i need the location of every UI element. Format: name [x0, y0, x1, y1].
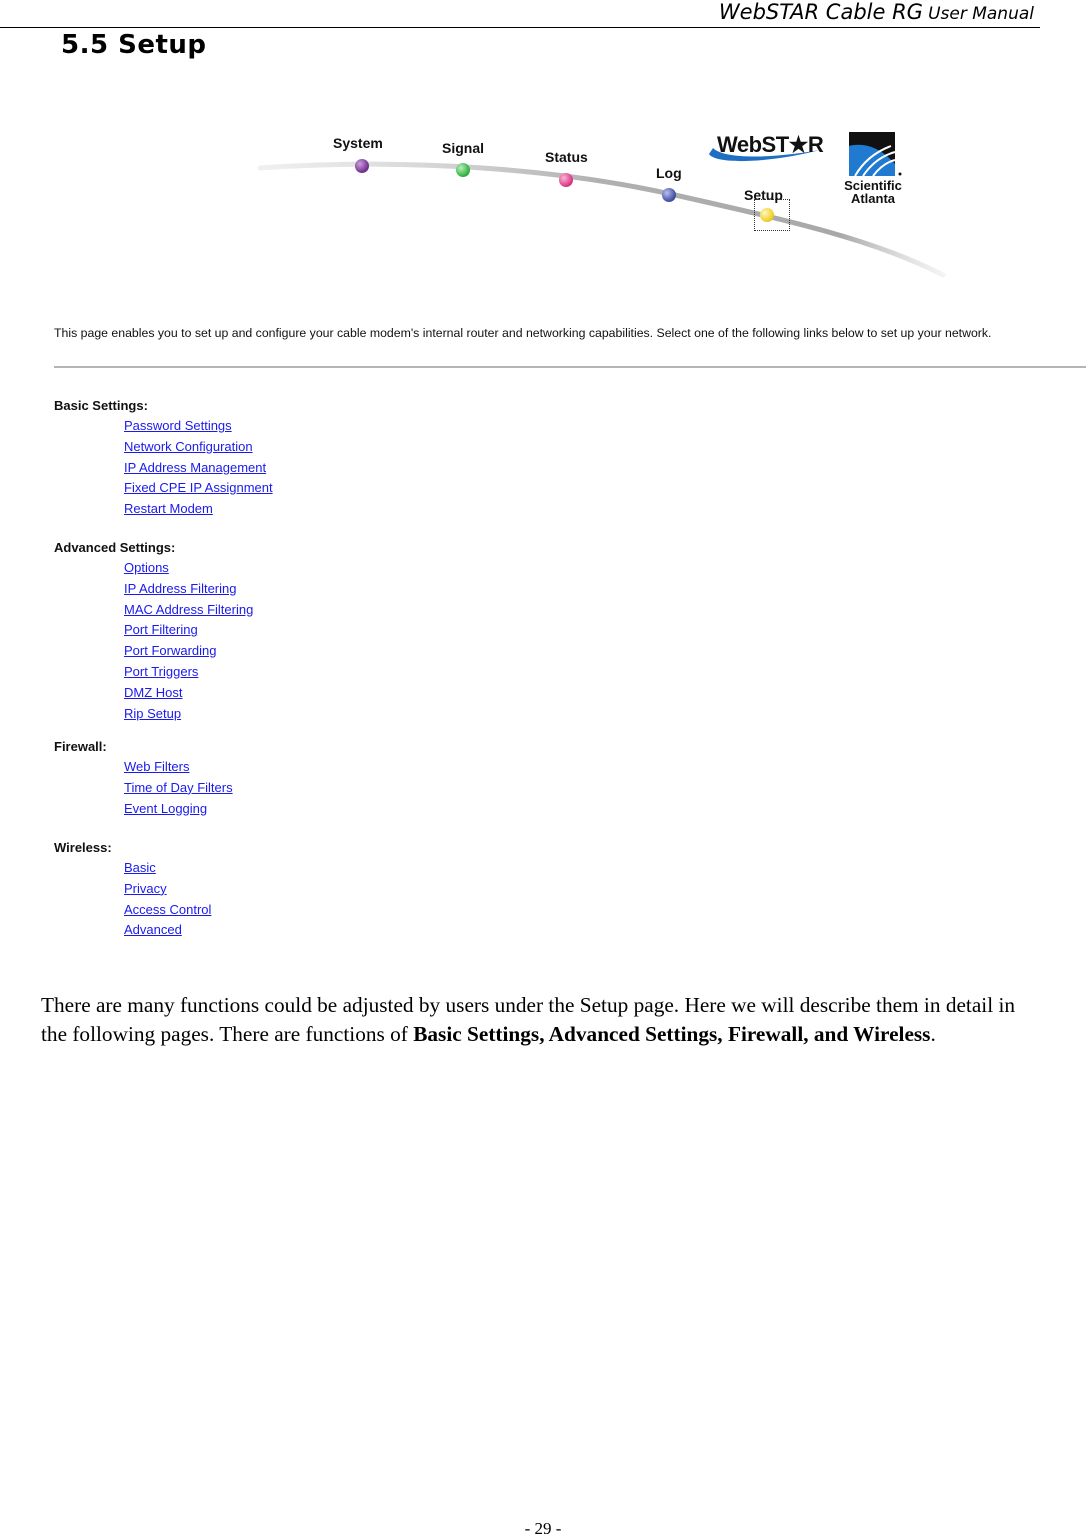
- nav-dot-status[interactable]: [559, 173, 573, 187]
- link-wireless-access-control[interactable]: Access Control: [124, 902, 211, 917]
- basic-settings-section: Basic Settings: Password Settings Networ…: [54, 396, 273, 520]
- nav-dot-system[interactable]: [355, 159, 369, 173]
- nav-label-system[interactable]: System: [333, 135, 383, 151]
- link-options[interactable]: Options: [124, 560, 169, 575]
- nav-dot-setup[interactable]: [760, 208, 774, 222]
- section-title: Basic Settings:: [54, 398, 148, 413]
- link-dmz-host[interactable]: DMZ Host: [124, 685, 183, 700]
- nav-label-log[interactable]: Log: [656, 165, 682, 181]
- wireless-section: Wireless: Basic Privacy Access Control A…: [54, 838, 211, 941]
- link-wireless-privacy[interactable]: Privacy: [124, 881, 167, 896]
- nav-dot-log[interactable]: [662, 188, 676, 202]
- scientific-atlanta-logo: Scientific Atlanta: [837, 132, 909, 212]
- body-text-bold: Basic Settings, Advanced Settings, Firew…: [413, 1022, 931, 1046]
- divider: [54, 366, 1086, 368]
- link-rip-setup[interactable]: Rip Setup: [124, 706, 181, 721]
- webstar-logo: WebST★R: [705, 130, 825, 164]
- body-text-end: .: [930, 1022, 936, 1046]
- link-web-filters[interactable]: Web Filters: [124, 759, 190, 774]
- link-time-of-day-filters[interactable]: Time of Day Filters: [124, 780, 233, 795]
- advanced-settings-section: Advanced Settings: Options IP Address Fi…: [54, 538, 253, 724]
- link-ip-address-filtering[interactable]: IP Address Filtering: [124, 581, 236, 596]
- link-password-settings[interactable]: Password Settings: [124, 418, 232, 433]
- section-title: Firewall:: [54, 739, 107, 754]
- manual-title-main: WebSTAR Cable RG: [718, 0, 923, 24]
- section-title: Advanced Settings:: [54, 540, 176, 555]
- running-header: WebSTAR Cable RG User Manual: [0, 0, 1040, 28]
- link-mac-address-filtering[interactable]: MAC Address Filtering: [124, 602, 253, 617]
- link-network-configuration[interactable]: Network Configuration: [124, 439, 253, 454]
- nav-label-status[interactable]: Status: [545, 149, 588, 165]
- link-ip-address-management[interactable]: IP Address Management: [124, 460, 266, 475]
- link-restart-modem[interactable]: Restart Modem: [124, 501, 213, 516]
- intro-text: This page enables you to set up and conf…: [54, 326, 992, 340]
- firewall-section: Firewall: Web Filters Time of Day Filter…: [54, 737, 233, 819]
- scientific-atlanta-text: Scientific Atlanta: [837, 179, 909, 205]
- sa-line-2: Atlanta: [850, 191, 896, 206]
- section-heading: 5.5 Setup: [61, 30, 207, 60]
- nav-label-signal[interactable]: Signal: [442, 140, 484, 156]
- link-event-logging[interactable]: Event Logging: [124, 801, 207, 816]
- webstar-logo-text: WebST★R: [717, 132, 824, 157]
- body-paragraph: There are many functions could be adjust…: [41, 991, 1031, 1049]
- link-port-triggers[interactable]: Port Triggers: [124, 664, 198, 679]
- link-fixed-cpe-ip-assignment[interactable]: Fixed CPE IP Assignment: [124, 480, 273, 495]
- scientific-atlanta-globe-icon: [849, 132, 902, 177]
- page-number: - 29 -: [524, 1519, 562, 1538]
- link-port-forwarding[interactable]: Port Forwarding: [124, 643, 216, 658]
- link-wireless-advanced[interactable]: Advanced: [124, 922, 182, 937]
- link-wireless-basic[interactable]: Basic: [124, 860, 156, 875]
- section-title: Wireless:: [54, 840, 112, 855]
- nav-dot-signal[interactable]: [456, 163, 470, 177]
- link-port-filtering[interactable]: Port Filtering: [124, 622, 198, 637]
- manual-title: WebSTAR Cable RG User Manual: [719, 0, 1034, 24]
- manual-title-sub: User Manual: [928, 4, 1034, 24]
